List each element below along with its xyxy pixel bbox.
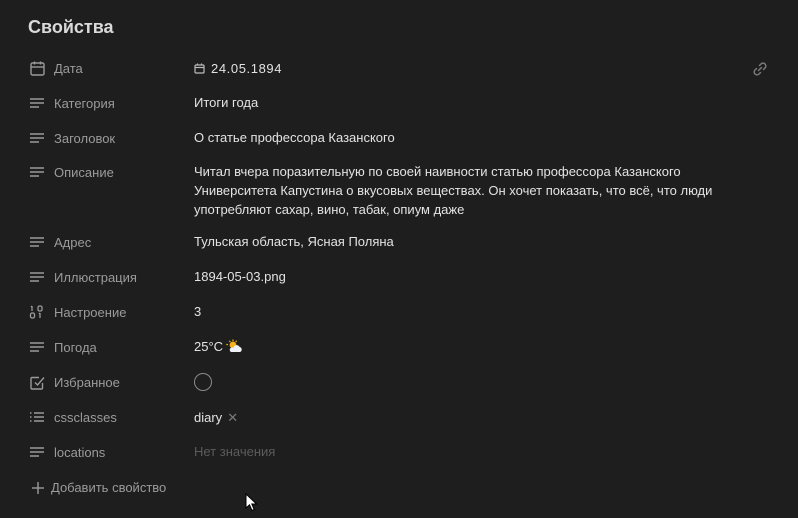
text-lines-icon xyxy=(28,443,46,461)
property-locations: locations Нет значения xyxy=(0,442,798,477)
description-value[interactable]: Читал вчера поразительную по своей наивн… xyxy=(194,162,734,219)
illustration-value[interactable]: 1894-05-03.png xyxy=(194,267,754,286)
property-label: Категория xyxy=(54,95,115,111)
text-lines-icon xyxy=(28,129,46,147)
tag-pill[interactable]: diary ✕ xyxy=(194,407,238,427)
property-key[interactable]: Категория xyxy=(28,93,115,113)
close-icon[interactable]: ✕ xyxy=(227,408,238,427)
checkbox-icon xyxy=(28,373,46,391)
property-label: Адрес xyxy=(54,234,92,250)
property-label: Погода xyxy=(54,339,97,355)
property-label: Избранное xyxy=(54,374,120,390)
date-text: 24.05.1894 xyxy=(211,60,283,76)
property-weather: Погода 25°C xyxy=(0,337,798,372)
list-icon xyxy=(28,408,46,426)
property-label: Иллюстрация xyxy=(54,269,137,285)
add-property-button[interactable]: Добавить свойство xyxy=(31,480,166,495)
property-key[interactable]: Погода xyxy=(28,337,97,357)
property-date: Дата 24.05.1894 xyxy=(0,58,798,93)
sun-behind-cloud-icon xyxy=(226,339,243,358)
text-lines-icon xyxy=(28,94,46,112)
property-heading: Заголовок О статье профессора Казанского xyxy=(0,128,798,163)
property-key[interactable]: Настроение xyxy=(28,302,126,322)
text-lines-icon xyxy=(28,233,46,251)
property-key[interactable]: Описание xyxy=(28,162,114,182)
address-value[interactable]: Тульская область, Ясная Поляна xyxy=(194,232,754,251)
property-label: Настроение xyxy=(54,304,127,320)
property-key[interactable]: Дата xyxy=(28,58,83,78)
favorite-value xyxy=(194,372,754,396)
link-icon[interactable] xyxy=(751,60,769,78)
mood-value[interactable]: 3 xyxy=(194,302,754,321)
text-lines-icon xyxy=(28,163,46,181)
property-key[interactable]: Заголовок xyxy=(28,128,115,148)
weather-value[interactable]: 25°C xyxy=(194,337,754,358)
property-category: Категория Итоги года xyxy=(0,93,798,128)
locations-input[interactable]: Нет значения xyxy=(194,442,754,461)
property-label: locations xyxy=(54,444,106,460)
property-key[interactable]: cssclasses xyxy=(28,407,117,427)
tag-label: diary xyxy=(194,409,223,425)
property-address: Адрес Тульская область, Ясная Поляна xyxy=(0,232,798,267)
calendar-icon xyxy=(194,63,205,74)
property-key[interactable]: Иллюстрация xyxy=(28,267,137,287)
favorite-checkbox[interactable] xyxy=(194,373,212,391)
cssclasses-value: diary ✕ xyxy=(194,407,754,427)
add-property-label: Добавить свойство xyxy=(51,480,167,495)
property-label: Описание xyxy=(54,164,114,180)
panel-title: Свойства xyxy=(28,17,114,37)
property-label: cssclasses xyxy=(54,409,117,425)
property-illustration: Иллюстрация 1894-05-03.png xyxy=(0,267,798,302)
property-cssclasses: cssclasses diary ✕ xyxy=(0,407,798,442)
property-description: Описание Читал вчера поразительную по св… xyxy=(0,162,798,227)
property-label: Дата xyxy=(54,60,83,76)
text-lines-icon xyxy=(28,338,46,356)
property-mood: Настроение 3 xyxy=(0,302,798,337)
property-key[interactable]: locations xyxy=(28,442,105,462)
calendar-icon xyxy=(28,59,46,77)
property-favorite: Избранное xyxy=(0,372,798,407)
property-key[interactable]: Избранное xyxy=(28,372,120,392)
text-lines-icon xyxy=(28,268,46,286)
date-value[interactable]: 24.05.1894 xyxy=(194,58,754,78)
plus-icon xyxy=(31,481,45,495)
weather-text: 25°C xyxy=(194,339,224,354)
mouse-cursor-icon xyxy=(245,492,258,517)
number-icon xyxy=(28,303,46,321)
category-value[interactable]: Итоги года xyxy=(194,93,754,112)
property-key[interactable]: Адрес xyxy=(28,232,91,252)
heading-value[interactable]: О статье профессора Казанского xyxy=(194,128,754,147)
property-label: Заголовок xyxy=(54,130,116,146)
